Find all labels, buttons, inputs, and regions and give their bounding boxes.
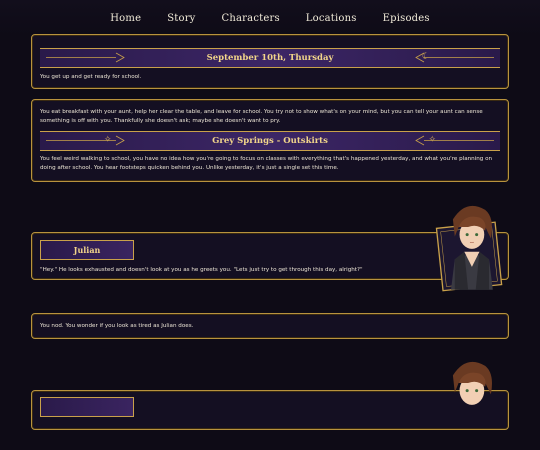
next-portrait — [452, 361, 492, 405]
location-banner: ✧ Grey Springs - Outskirts ✧ — [40, 131, 500, 151]
banner-ornament-left — [46, 52, 125, 63]
paragraph-nod: You nod. You wonder if you look as tired… — [40, 323, 194, 329]
banner-ornament-left — [46, 135, 125, 146]
dialogue-text: "Hey." He looks exhausted and doesn't lo… — [40, 267, 363, 273]
star-icon-left: ✧ — [104, 135, 112, 145]
narration-card: You nod. You wonder if you look as tired… — [31, 313, 509, 339]
top-nav: Home Story Characters Locations Episodes — [0, 0, 540, 36]
date-banner: September 10th, Thursday ☾ — [40, 48, 500, 68]
banner-ornament-right — [415, 135, 494, 146]
date-title: September 10th, Thursday — [206, 53, 334, 63]
banner-ornament-right — [415, 52, 494, 63]
julian-portrait — [435, 205, 503, 292]
nav-characters[interactable]: Characters — [222, 13, 280, 24]
nav-story[interactable]: Story — [167, 13, 195, 24]
paragraph-walk: You feel weird walking to school, you ha… — [40, 156, 493, 171]
location-title: Grey Springs - Outskirts — [212, 136, 328, 146]
speaker-name: Julian — [73, 245, 101, 255]
paragraph-wake: You get up and get ready for school. — [40, 74, 142, 80]
next-speaker-nameplate — [40, 397, 134, 417]
nav-locations[interactable]: Locations — [306, 13, 357, 24]
location-card: You eat breakfast with your aunt, help h… — [31, 99, 509, 182]
speaker-nameplate: Julian — [40, 240, 134, 260]
paragraph-breakfast: You eat breakfast with your aunt, help h… — [40, 109, 483, 124]
nav-episodes[interactable]: Episodes — [383, 13, 430, 24]
date-card: September 10th, Thursday ☾ You get up an… — [31, 34, 509, 89]
nav-home[interactable]: Home — [110, 13, 141, 24]
